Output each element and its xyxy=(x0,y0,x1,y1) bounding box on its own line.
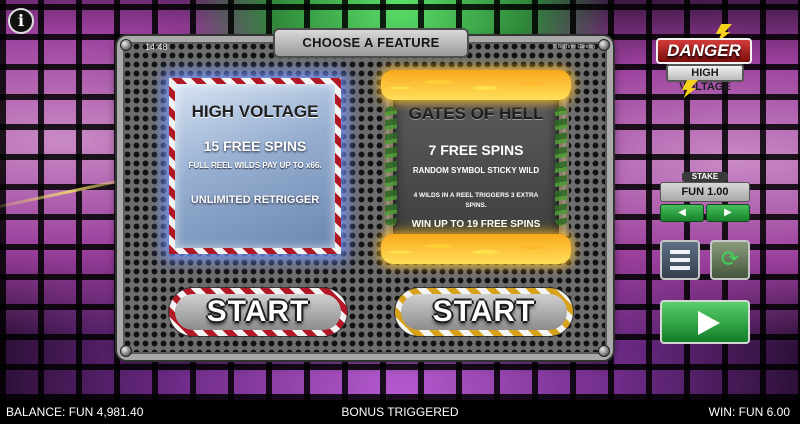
spin-button[interactable] xyxy=(660,300,750,344)
stake-label: STAKE xyxy=(682,172,728,182)
arrow-left-icon: ◀ xyxy=(678,207,686,218)
panel-bolt xyxy=(598,345,610,357)
hamburger-menu-icon xyxy=(670,266,690,270)
option-free-spins: 7 FREE SPINS xyxy=(428,142,524,158)
logo-line-2: HIGH VOLTAGE xyxy=(666,64,744,93)
start-gates-of-hell-button[interactable]: START xyxy=(395,288,573,336)
vine-decoration xyxy=(385,106,397,226)
option-title: HIGH VOLTAGE xyxy=(191,102,319,121)
option-title: GATES OF HELL xyxy=(408,104,544,123)
clock: 14:48 xyxy=(145,42,168,52)
info-icon[interactable]: i xyxy=(8,8,34,34)
game-logo: DANGER HIGH VOLTAGE xyxy=(656,24,752,98)
high-voltage-option-card[interactable]: HIGH VOLTAGE 15 FREE SPINS FULL REEL WIL… xyxy=(169,78,341,254)
copyright: © BigTime Gaming xyxy=(552,44,595,50)
play-icon xyxy=(698,311,720,335)
panel-title: CHOOSE A FEATURE xyxy=(273,28,469,58)
panel-bolt xyxy=(598,39,610,51)
option-free-spins: 15 FREE SPINS xyxy=(203,138,307,154)
option-extra: UNLIMITED RETRIGGER xyxy=(190,194,320,206)
option-description: RANDOM SYMBOL STICKY WILD xyxy=(412,166,540,175)
option-description-2: 4 WILDS IN A REEL TRIGGERS 3 EXTRA SPINS… xyxy=(413,192,539,209)
panel-bolt xyxy=(120,39,132,51)
hamburger-menu-icon xyxy=(670,250,690,254)
arrow-right-icon: ▶ xyxy=(724,207,732,218)
stake-decrease-button[interactable]: ◀ xyxy=(660,204,704,222)
feature-choice-panel: 14:48 © BigTime Gaming CHOOSE A FEATURE … xyxy=(117,28,613,360)
menu-button[interactable] xyxy=(660,240,700,280)
stake-increase-button[interactable]: ▶ xyxy=(706,204,750,222)
logo-line-1: DANGER xyxy=(656,38,752,64)
status-message: BONUS TRIGGERED xyxy=(341,405,459,419)
status-bar: BALANCE: FUN 4,981.40 BONUS TRIGGERED WI… xyxy=(0,400,800,424)
fire-decoration xyxy=(381,234,571,264)
hamburger-menu-icon xyxy=(670,258,690,262)
autoplay-refresh-icon: ⟳ xyxy=(720,246,740,271)
stake-control: STAKE FUN 1.00 ◀ ▶ xyxy=(660,172,750,222)
fire-decoration xyxy=(381,70,571,100)
gates-of-hell-option-card[interactable]: GATES OF HELL 7 FREE SPINS RANDOM SYMBOL… xyxy=(381,66,571,264)
stake-value: FUN 1.00 xyxy=(660,182,750,202)
vine-decoration xyxy=(555,106,567,226)
option-extra: WIN UP TO 19 FREE SPINS xyxy=(411,219,541,230)
option-description: FULL REEL WILDS PAY UP TO x66. xyxy=(188,161,322,170)
win-readout: WIN: FUN 6.00 xyxy=(708,405,790,419)
autoplay-button[interactable]: ⟳ xyxy=(710,240,750,280)
start-high-voltage-button[interactable]: START xyxy=(169,288,347,336)
option-frame: GATES OF HELL 7 FREE SPINS RANDOM SYMBOL… xyxy=(389,86,563,242)
panel-bolt xyxy=(120,345,132,357)
